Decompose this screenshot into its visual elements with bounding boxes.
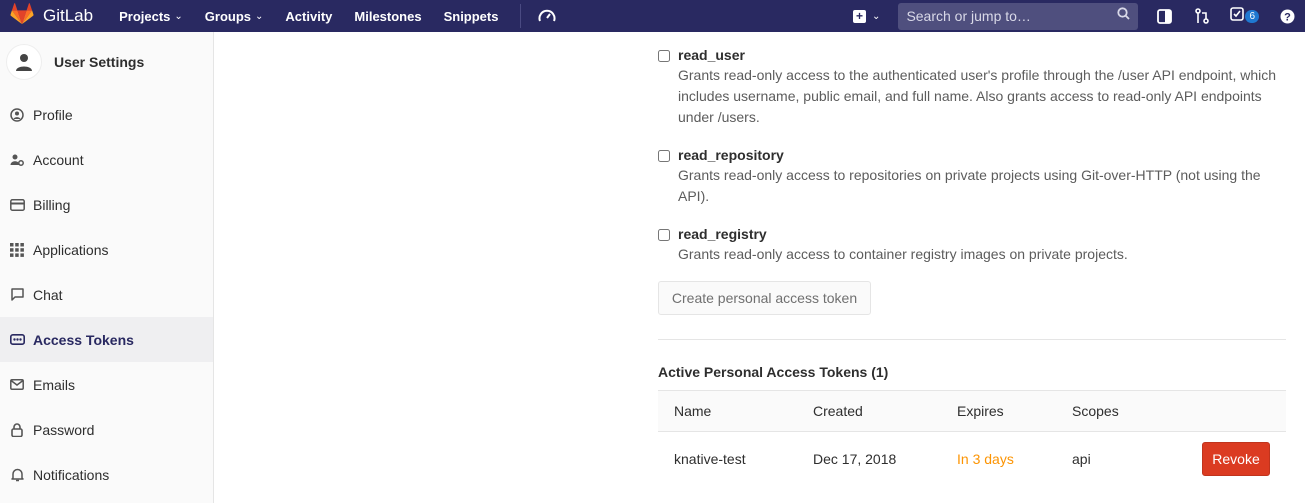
sidebar-item-label: Profile [33, 106, 73, 123]
applications-icon [9, 242, 25, 258]
nav-divider [520, 4, 522, 28]
search-input[interactable] [906, 8, 1097, 24]
chevron-down-icon: ⌄ [255, 10, 264, 22]
sidebar-item-label: Applications [33, 241, 109, 258]
account-icon [9, 152, 25, 168]
nav-snippets[interactable]: Snippets [444, 9, 499, 24]
dashboard-gauge-icon[interactable] [537, 6, 557, 26]
scope-checkbox-read-user[interactable] [658, 50, 670, 62]
sidebar-item-label: Emails [33, 376, 76, 393]
search-icon [1117, 7, 1131, 25]
todos-button[interactable]: 6 [1230, 6, 1259, 26]
chevron-down-icon: ⌄ [872, 10, 881, 22]
chat-icon [9, 287, 25, 303]
column-header-name: Name [674, 403, 712, 419]
sidebar-item-label: Notifications [33, 466, 110, 483]
new-dropdown-button[interactable]: + ⌄ [853, 9, 881, 23]
token-name: knative-test [674, 451, 746, 467]
active-tokens-title: Active Personal Access Tokens (1) [658, 364, 889, 380]
section-divider [658, 339, 1286, 340]
sidebar-item-notifications[interactable]: Notifications [0, 452, 213, 497]
nav-activity[interactable]: Activity [285, 9, 332, 24]
todo-check-icon [1230, 6, 1245, 26]
sidebar-item-applications[interactable]: Applications [0, 227, 213, 272]
sidebar-item-billing[interactable]: Billing [0, 182, 213, 227]
sidebar-item-label: Password [33, 421, 95, 438]
billing-icon [9, 197, 25, 213]
top-navbar: GitLab Projects ⌄ Groups ⌄ Activity Milest… [0, 0, 1305, 32]
gitlab-logo-link[interactable]: GitLab [0, 0, 93, 32]
nav-projects-label: Projects [119, 8, 171, 24]
sidebar-item-label: Chat [33, 286, 63, 303]
chevron-down-icon: ⌄ [174, 10, 183, 22]
profile-icon [9, 107, 25, 123]
sidebar-item-profile[interactable]: Profile [0, 92, 213, 137]
token-expires: In 3 days [957, 451, 1014, 467]
access-tokens-icon [9, 332, 25, 348]
column-header-expires: Expires [957, 403, 1004, 419]
sidebar-title: User Settings [54, 54, 145, 70]
table-row: knative-test Dec 17, 2018 In 3 days api … [658, 432, 1286, 488]
column-header-scopes: Scopes [1072, 403, 1119, 419]
emails-icon [9, 377, 25, 393]
lock-icon [9, 422, 25, 438]
nav-groups-label: Groups [204, 8, 252, 24]
token-created: Dec 17, 2018 [813, 451, 897, 467]
settings-sidebar: User Settings Profile Account Billing Ap… [0, 32, 214, 503]
scope-checkbox-read-repository[interactable] [658, 150, 670, 162]
todo-count-badge: 6 [1245, 9, 1259, 23]
gitlab-tanuki-icon [9, 2, 35, 30]
help-icon[interactable]: ? [1277, 6, 1297, 26]
nav-milestones[interactable]: Milestones [354, 9, 421, 24]
sidebar-header[interactable]: User Settings [0, 32, 213, 92]
merge-request-icon[interactable] [1192, 6, 1212, 26]
column-header-created: Created [813, 403, 863, 419]
sidebar-toggle-icon[interactable] [1154, 6, 1174, 26]
sidebar-item-label: Billing [33, 196, 71, 213]
tokens-table-header: Name Created Expires Scopes [658, 390, 1286, 432]
sidebar-item-label: Access Tokens [33, 331, 134, 348]
navbar-tools: + ⌄ 6 ? [853, 0, 1305, 32]
sidebar-item-label: Account [33, 151, 84, 168]
sidebar-item-emails[interactable]: Emails [0, 362, 213, 407]
sidebar-item-password[interactable]: Password [0, 407, 213, 452]
sidebar-item-access-tokens[interactable]: Access Tokens [0, 317, 213, 362]
scope-description: Grants read-only access to container reg… [678, 246, 1128, 262]
scope-label: read_user [678, 47, 745, 63]
search-box[interactable] [898, 2, 1139, 30]
create-token-button[interactable]: Create personal access token [658, 281, 871, 315]
scope-description: Grants read-only access to repositories … [678, 167, 1261, 204]
sidebar-item-chat[interactable]: Chat [0, 272, 213, 317]
scope-label: read_repository [678, 147, 784, 163]
token-scopes: api [1072, 451, 1091, 467]
scope-label: read_registry [678, 226, 767, 242]
svg-text:?: ? [1284, 11, 1291, 23]
nav-projects[interactable]: Projects ⌄ [119, 9, 183, 24]
scope-description: Grants read-only access to the authentic… [678, 67, 1277, 125]
sidebar-item-account[interactable]: Account [0, 137, 213, 182]
scope-checkbox-read-registry[interactable] [658, 229, 670, 241]
avatar [6, 44, 42, 80]
revoke-button[interactable]: Revoke [1202, 442, 1270, 476]
bell-icon [9, 467, 25, 483]
nav-groups[interactable]: Groups ⌄ [205, 9, 264, 24]
brand-name: GitLab [43, 6, 94, 25]
plus-icon: + [853, 9, 867, 23]
main-nav: Projects ⌄ Groups ⌄ Activity Milestones Sn… [119, 0, 557, 32]
